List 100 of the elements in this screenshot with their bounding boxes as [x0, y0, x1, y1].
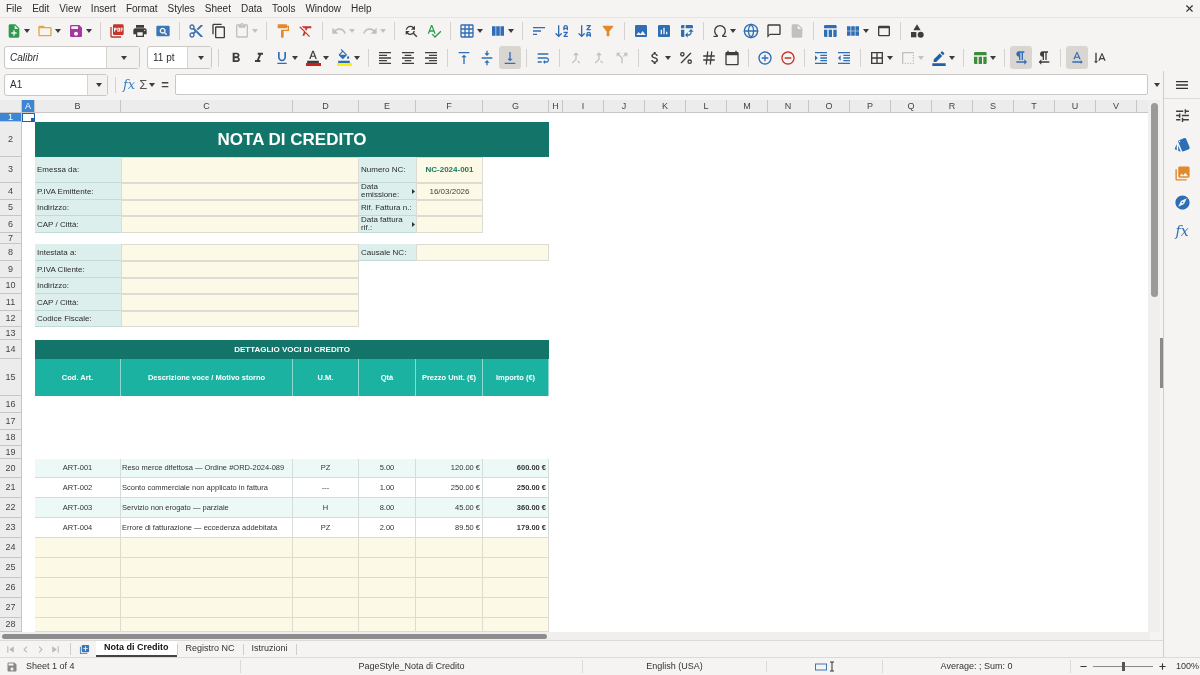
left-to-right-button[interactable]: [1010, 46, 1032, 69]
formula-button[interactable]: =: [159, 77, 171, 92]
sheet-tab[interactable]: Istruzioni: [243, 641, 296, 657]
photos-icon[interactable]: [1173, 165, 1191, 182]
column-header[interactable]: M: [727, 100, 768, 112]
column-header[interactable]: D: [293, 100, 359, 112]
dropdown-caret-icon[interactable]: [55, 29, 61, 33]
zoom-in-icon[interactable]: [1158, 662, 1167, 671]
menu-item[interactable]: Edit: [32, 1, 50, 16]
row-header[interactable]: 19: [0, 446, 22, 459]
dropdown-caret-icon[interactable]: [508, 29, 514, 33]
menu-item[interactable]: Format: [125, 1, 158, 16]
menu-item[interactable]: File: [6, 1, 23, 16]
column-header[interactable]: L: [686, 100, 727, 112]
row-header[interactable]: 13: [0, 327, 22, 340]
row-header[interactable]: 8: [0, 244, 22, 261]
zoom-level[interactable]: 100%: [1176, 659, 1200, 674]
dropdown-caret-icon[interactable]: [887, 55, 893, 60]
menu-item[interactable]: Window: [305, 1, 341, 16]
column-header[interactable]: V: [1096, 100, 1137, 112]
horizontal-scrollbar[interactable]: [0, 632, 1150, 640]
dropdown-caret-icon[interactable]: [665, 55, 671, 60]
zoom-slider[interactable]: [1093, 662, 1153, 671]
sidebar-handle[interactable]: [1160, 338, 1163, 388]
scrollbar-thumb[interactable]: [2, 633, 547, 639]
column-header[interactable]: C: [121, 100, 293, 112]
row-header[interactable]: 15: [0, 359, 22, 396]
sum-button[interactable]: Σ: [139, 77, 156, 92]
column-header[interactable]: E: [359, 100, 416, 112]
menu-item[interactable]: Sheet: [204, 1, 231, 16]
add-sheet-icon[interactable]: [79, 643, 90, 655]
dropdown-caret-icon[interactable]: [121, 55, 127, 60]
font-size-field[interactable]: 11 pt: [147, 46, 212, 69]
column-header[interactable]: K: [645, 100, 686, 112]
column-header[interactable]: T: [1014, 100, 1055, 112]
dropdown-caret-icon[interactable]: [949, 55, 955, 60]
row-header[interactable]: 10: [0, 278, 22, 294]
column-header[interactable]: B: [35, 100, 121, 112]
row-header[interactable]: 5: [0, 200, 22, 216]
sliders-icon[interactable]: [1173, 107, 1191, 124]
column-header[interactable]: G: [483, 100, 549, 112]
font-name-field[interactable]: Calibri: [4, 46, 140, 69]
align-bottom-button[interactable]: [499, 46, 521, 69]
menu-item[interactable]: View: [59, 1, 81, 16]
menu-item[interactable]: Insert: [90, 1, 116, 16]
column-header[interactable]: J: [604, 100, 645, 112]
column-header[interactable]: Q: [891, 100, 932, 112]
column-header[interactable]: U: [1055, 100, 1096, 112]
style-cards-icon[interactable]: [1173, 136, 1191, 153]
row-header[interactable]: 3: [0, 157, 22, 183]
row-header[interactable]: 6: [0, 216, 22, 233]
row-header[interactable]: 11: [0, 294, 22, 311]
row-header[interactable]: 2: [0, 122, 22, 157]
dropdown-caret-icon[interactable]: [354, 55, 360, 60]
sheet-tab[interactable]: Registro NC: [177, 641, 243, 657]
row-header[interactable]: 12: [0, 311, 22, 327]
column-header[interactable]: R: [932, 100, 973, 112]
dropdown-caret-icon[interactable]: [197, 55, 204, 60]
row-header[interactable]: 24: [0, 538, 22, 558]
row-header[interactable]: 7: [0, 233, 22, 244]
row-header[interactable]: 21: [0, 478, 22, 498]
row-header[interactable]: 1: [0, 113, 22, 122]
dropdown-caret-icon[interactable]: [990, 55, 996, 60]
column-header[interactable]: O: [809, 100, 850, 112]
row-header[interactable]: 4: [0, 183, 22, 200]
text-horizontal-button[interactable]: [1066, 46, 1088, 69]
function-wizard-button[interactable]: fx: [123, 77, 136, 92]
column-header[interactable]: I: [563, 100, 604, 112]
scrollbar-thumb[interactable]: [1150, 103, 1158, 297]
menu-item[interactable]: Data: [240, 1, 263, 16]
dropdown-caret-icon[interactable]: [86, 29, 92, 33]
row-header[interactable]: 16: [0, 396, 22, 413]
dropdown-caret-icon[interactable]: [1154, 82, 1160, 87]
dropdown-caret-icon[interactable]: [323, 55, 329, 60]
compass-icon[interactable]: [1173, 194, 1191, 211]
column-header[interactable]: H: [549, 100, 563, 112]
selection-mode-icon[interactable]: [814, 661, 835, 672]
sheet-tab[interactable]: Nota di Credito: [96, 641, 177, 657]
row-header[interactable]: 23: [0, 518, 22, 538]
slider-thumb[interactable]: [1122, 662, 1125, 671]
column-header[interactable]: N: [768, 100, 809, 112]
row-header[interactable]: 22: [0, 498, 22, 518]
functions-button[interactable]: fx: [1175, 223, 1189, 239]
close-icon[interactable]: [1184, 3, 1195, 14]
row-header[interactable]: 26: [0, 578, 22, 598]
dropdown-caret-icon[interactable]: [730, 29, 736, 33]
column-header[interactable]: F: [416, 100, 483, 112]
row-header[interactable]: 20: [0, 459, 22, 478]
menu-item[interactable]: Help: [351, 1, 372, 16]
row-header[interactable]: 17: [0, 413, 22, 430]
row-header[interactable]: 28: [0, 618, 22, 632]
row-header[interactable]: 25: [0, 558, 22, 578]
menu-item[interactable]: Tools: [272, 1, 296, 16]
dropdown-caret-icon[interactable]: [24, 29, 30, 33]
vertical-scrollbar[interactable]: [1148, 100, 1160, 632]
column-header[interactable]: A: [22, 100, 35, 112]
row-header[interactable]: 14: [0, 340, 22, 359]
menu-item[interactable]: Styles: [167, 1, 195, 16]
formula-input[interactable]: [174, 74, 1148, 95]
dropdown-caret-icon[interactable]: [863, 29, 869, 33]
